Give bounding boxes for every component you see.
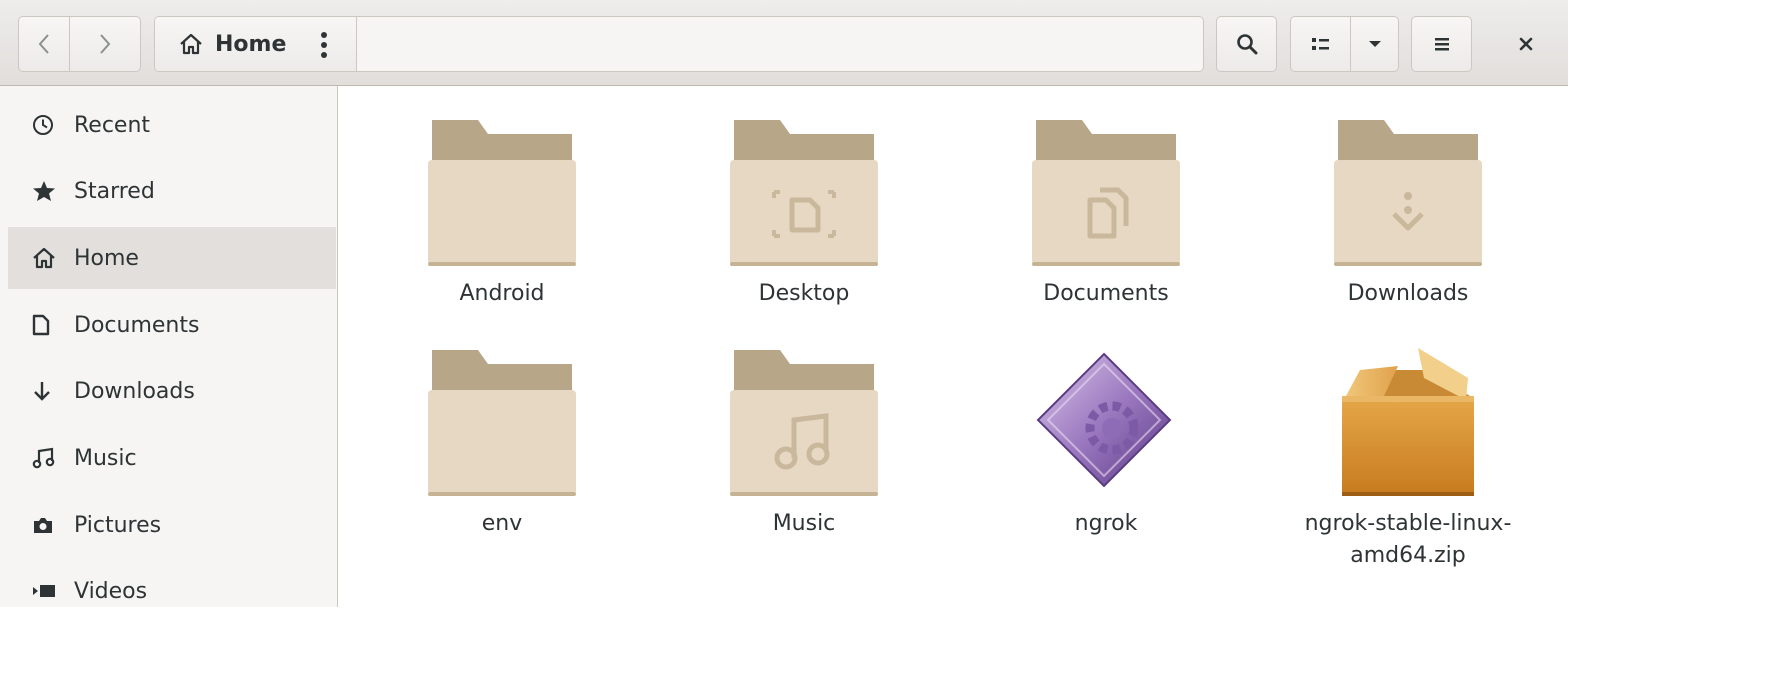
list-view-icon [1311,38,1329,50]
places-sidebar: Recent Starred Home Documents Downloads … [0,86,338,607]
sidebar-item-label: Home [74,245,139,271]
sidebar-item-label: Music [74,445,137,471]
camera-icon [32,515,62,535]
view-toggle-button[interactable] [1290,16,1351,72]
star-icon [32,180,62,202]
file-name: Music [772,511,836,536]
file-grid: Android Desktop Documents Downloads env … [338,86,1568,607]
path-bar[interactable]: Home [154,16,1204,72]
sidebar-item-label: Documents [74,312,200,338]
file-name: Android [459,281,545,306]
sidebar-item-label: Pictures [74,512,162,538]
close-button[interactable] [1500,16,1552,72]
desktop-folder-icon [728,118,880,273]
music-folder-icon [728,348,880,503]
sidebar-item-home[interactable]: Home [8,227,336,289]
clock-icon [32,114,62,136]
documents-folder-icon [1030,118,1182,273]
search-icon [1236,34,1257,55]
sidebar-item-label: Starred [74,178,155,204]
file-name: Documents [1043,281,1169,306]
music-note-icon [32,447,62,469]
vertical-dots-icon[interactable] [320,31,328,59]
folder-icon [426,348,578,503]
search-button[interactable] [1216,16,1277,72]
path-home-label: Home [215,31,287,57]
sidebar-item-videos[interactable]: Videos [8,560,336,622]
home-icon [32,247,62,269]
sidebar-item-label: Recent [74,112,151,138]
close-icon [1519,37,1533,51]
forward-button[interactable] [69,16,141,72]
archive-package-icon [1332,348,1484,503]
document-icon [32,314,62,336]
header-bar: Home [0,0,1568,86]
view-options-dropdown[interactable] [1350,16,1399,72]
sidebar-item-pictures[interactable]: Pictures [8,494,336,556]
file-name: ngrok [1074,511,1138,536]
video-icon [32,583,62,599]
file-name: Desktop [758,281,850,306]
downloads-folder-icon [1332,118,1484,273]
sidebar-item-recent[interactable]: Recent [8,94,336,156]
hamburger-icon [1434,38,1449,51]
executable-icon [1030,348,1182,503]
home-icon [179,33,203,55]
file-name: Downloads [1347,281,1469,306]
chevron-left-icon [38,34,49,54]
caret-down-icon [1368,41,1381,47]
sidebar-item-documents[interactable]: Documents [8,294,336,356]
sidebar-item-starred[interactable]: Starred [8,160,336,222]
main-menu-button[interactable] [1411,16,1472,72]
file-name: ngrok-stable-linux- amd64.zip [1304,511,1512,568]
sidebar-item-downloads[interactable]: Downloads [8,360,336,422]
file-name: env [481,511,523,536]
sidebar-item-label: Downloads [74,378,195,404]
folder-icon [426,118,578,273]
sidebar-item-music[interactable]: Music [8,427,336,489]
back-button[interactable] [18,16,70,72]
chevron-right-icon [100,34,111,54]
download-arrow-icon [32,380,62,402]
sidebar-item-label: Videos [74,578,148,604]
